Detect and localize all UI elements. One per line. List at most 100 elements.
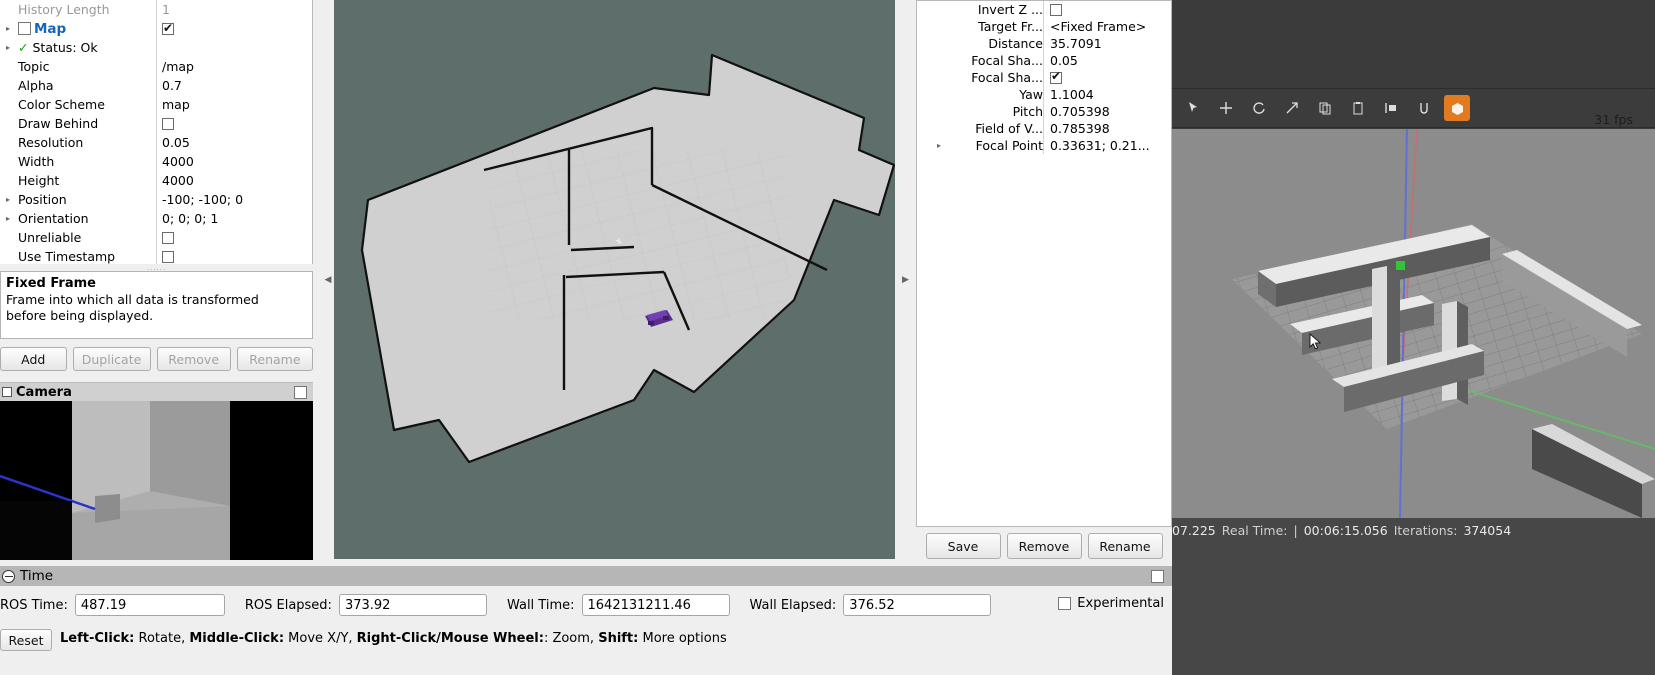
property-checkbox[interactable] — [162, 19, 174, 38]
property-name-text: Unreliable — [18, 230, 82, 245]
paste-icon[interactable] — [1345, 95, 1371, 121]
property-checkbox[interactable] — [162, 251, 174, 263]
time-field-input[interactable]: 487.19 — [74, 594, 225, 616]
property-row[interactable]: History Length 1 — [0, 0, 312, 19]
property-row[interactable]: Resolution 0.05 — [0, 133, 312, 152]
property-value[interactable] — [156, 247, 312, 264]
property-row[interactable]: Alpha 0.7 — [0, 76, 312, 95]
time-field-input[interactable]: 373.92 — [338, 594, 487, 616]
view-property-row[interactable]: ▸ Focal Point 0.33631; 0.21... — [917, 137, 1171, 154]
rename-button[interactable]: Rename — [236, 347, 313, 371]
property-row[interactable]: ▸ ✓ Status: Ok — [0, 38, 312, 57]
property-row[interactable]: ▸ Map — [0, 19, 312, 38]
property-value[interactable] — [156, 114, 312, 133]
displays-property-tree[interactable]: History Length1▸Map▸✓Status: OkTopic/map… — [0, 0, 313, 265]
property-name: Unreliable — [16, 230, 156, 245]
property-row[interactable]: Height 4000 — [0, 171, 312, 190]
views-remove-button[interactable]: Remove — [1006, 533, 1082, 559]
camera-panel-enable-checkbox[interactable] — [294, 385, 307, 399]
reset-button[interactable]: Reset — [0, 629, 52, 651]
view-property-value[interactable]: <Fixed Frame> — [1043, 18, 1171, 35]
view-property-row[interactable]: Distance 35.7091 — [917, 35, 1171, 52]
property-value[interactable]: map — [156, 95, 312, 114]
panel-splitter-handle[interactable]: ...... — [0, 264, 313, 272]
expand-arrow-icon[interactable]: ▸ — [0, 195, 16, 204]
property-name: Position — [16, 192, 156, 207]
rotate-icon[interactable] — [1246, 95, 1272, 121]
property-name: Topic — [16, 59, 156, 74]
property-value[interactable]: 0.7 — [156, 76, 312, 95]
box-icon[interactable] — [1444, 95, 1470, 121]
property-value[interactable] — [156, 228, 312, 247]
property-value[interactable]: 0.05 — [156, 133, 312, 152]
view-property-checkbox[interactable] — [1050, 4, 1062, 16]
property-row[interactable]: ▸ Orientation 0; 0; 0; 1 — [0, 209, 312, 228]
property-value[interactable]: /map — [156, 57, 312, 76]
property-row[interactable]: ▸ Position -100; -100; 0 — [0, 190, 312, 209]
experimental-checkbox[interactable] — [1058, 597, 1072, 610]
property-name: Draw Behind — [16, 116, 156, 131]
camera-panel: Camera — [0, 382, 313, 560]
camera-panel-header[interactable]: Camera — [0, 382, 313, 401]
view-property-row[interactable]: Invert Z ... — [917, 1, 1171, 18]
view-property-value[interactable]: 0.05 — [1043, 52, 1171, 69]
view-property-row[interactable]: Yaw 1.1004 — [917, 86, 1171, 103]
right-view-splitter[interactable]: ▶ — [895, 0, 916, 559]
time-field-input[interactable]: 1642131211.46 — [581, 594, 730, 616]
property-value[interactable]: -100; -100; 0 — [156, 190, 312, 209]
duplicate-button[interactable]: Duplicate — [72, 347, 151, 371]
camera-image-view[interactable] — [0, 401, 313, 560]
gazebo-3d-scene[interactable] — [1172, 129, 1655, 518]
property-value[interactable]: 4000 — [156, 152, 312, 171]
expand-arrow-icon[interactable]: ▸ — [0, 43, 16, 52]
view-property-row[interactable]: Focal Sha... — [917, 69, 1171, 86]
property-row[interactable]: Color Scheme map — [0, 95, 312, 114]
align-icon[interactable] — [1378, 95, 1404, 121]
property-row[interactable]: Unreliable — [0, 228, 312, 247]
select-icon[interactable] — [1180, 95, 1206, 121]
property-value[interactable]: 4000 — [156, 171, 312, 190]
views-save-button[interactable]: Save — [925, 533, 1001, 559]
expand-arrow-icon[interactable]: ▸ — [917, 141, 945, 150]
views-rename-button[interactable]: Rename — [1087, 533, 1163, 559]
property-value[interactable] — [156, 19, 312, 38]
view-property-row[interactable]: Field of V... 0.785398 — [917, 120, 1171, 137]
remove-button[interactable]: Remove — [156, 347, 231, 371]
expand-arrow-icon[interactable]: ▸ — [0, 24, 16, 33]
view-property-value[interactable]: 0.33631; 0.21... — [1043, 137, 1171, 154]
view-property-row[interactable]: Target Fr... <Fixed Frame> — [917, 18, 1171, 35]
view-property-value[interactable]: 1.1004 — [1043, 86, 1171, 103]
property-value[interactable]: 0; 0; 0; 1 — [156, 209, 312, 228]
property-row[interactable]: Draw Behind — [0, 114, 312, 133]
time-panel-enable-checkbox[interactable] — [1151, 569, 1164, 583]
property-checkbox[interactable] — [162, 232, 174, 244]
view-property-value[interactable] — [1043, 1, 1171, 18]
expand-arrow-icon[interactable]: ▸ — [0, 214, 16, 223]
view-property-checkbox[interactable] — [1050, 69, 1062, 85]
time-field-input[interactable]: 376.52 — [843, 594, 992, 616]
view-property-value[interactable] — [1043, 69, 1171, 86]
property-checkbox[interactable] — [162, 118, 174, 130]
property-row[interactable]: Topic/map — [0, 57, 312, 76]
property-value[interactable]: 1 — [156, 0, 312, 19]
view-property-row[interactable]: Focal Sha... 0.05 — [917, 52, 1171, 69]
property-row[interactable]: Use Timestamp — [0, 247, 312, 264]
view-property-value[interactable]: 35.7091 — [1043, 35, 1171, 52]
hint-key: Right-Click/Mouse Wheel: — [356, 631, 544, 646]
collapse-icon[interactable] — [2, 569, 15, 583]
left-view-splitter[interactable]: ◀ — [322, 0, 334, 559]
rviz-3d-view[interactable] — [334, 0, 896, 559]
property-row[interactable]: Width 4000 — [0, 152, 312, 171]
time-panel-header[interactable]: Time — [0, 566, 1172, 586]
snap-icon[interactable] — [1411, 95, 1437, 121]
view-property-value[interactable]: 0.705398 — [1043, 103, 1171, 120]
view-property-value[interactable]: 0.785398 — [1043, 120, 1171, 137]
property-value[interactable] — [156, 38, 312, 57]
translate-icon[interactable] — [1213, 95, 1239, 121]
experimental-toggle[interactable]: Experimental — [1058, 596, 1164, 611]
views-property-tree[interactable]: Invert Z ... Target Fr... <Fixed Frame> Dis… — [916, 0, 1172, 527]
scale-icon[interactable] — [1279, 95, 1305, 121]
add-button[interactable]: Add — [0, 347, 67, 371]
view-property-row[interactable]: Pitch 0.705398 — [917, 103, 1171, 120]
copy-icon[interactable] — [1312, 95, 1338, 121]
